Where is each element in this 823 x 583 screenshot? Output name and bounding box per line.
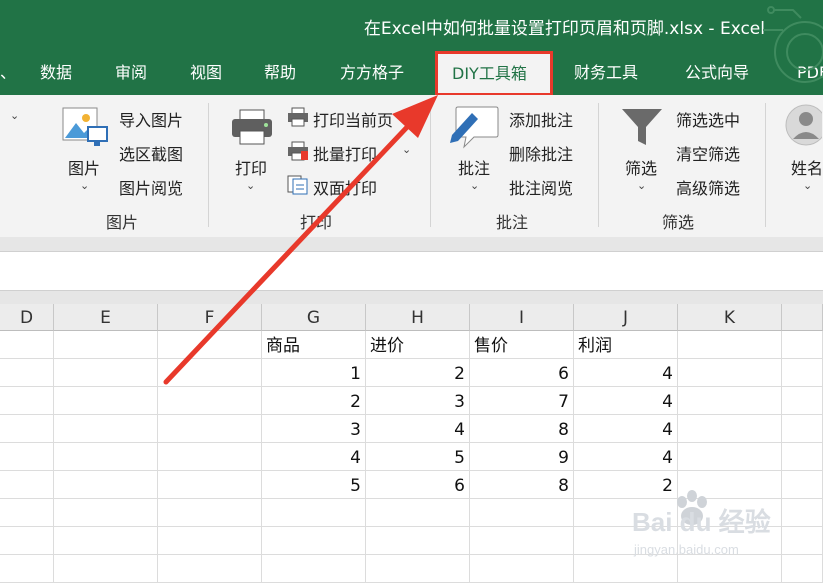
watermark-url: jingyan.baidu.com [634,542,739,557]
watermark-brand: Bai du 经验 [632,507,771,537]
